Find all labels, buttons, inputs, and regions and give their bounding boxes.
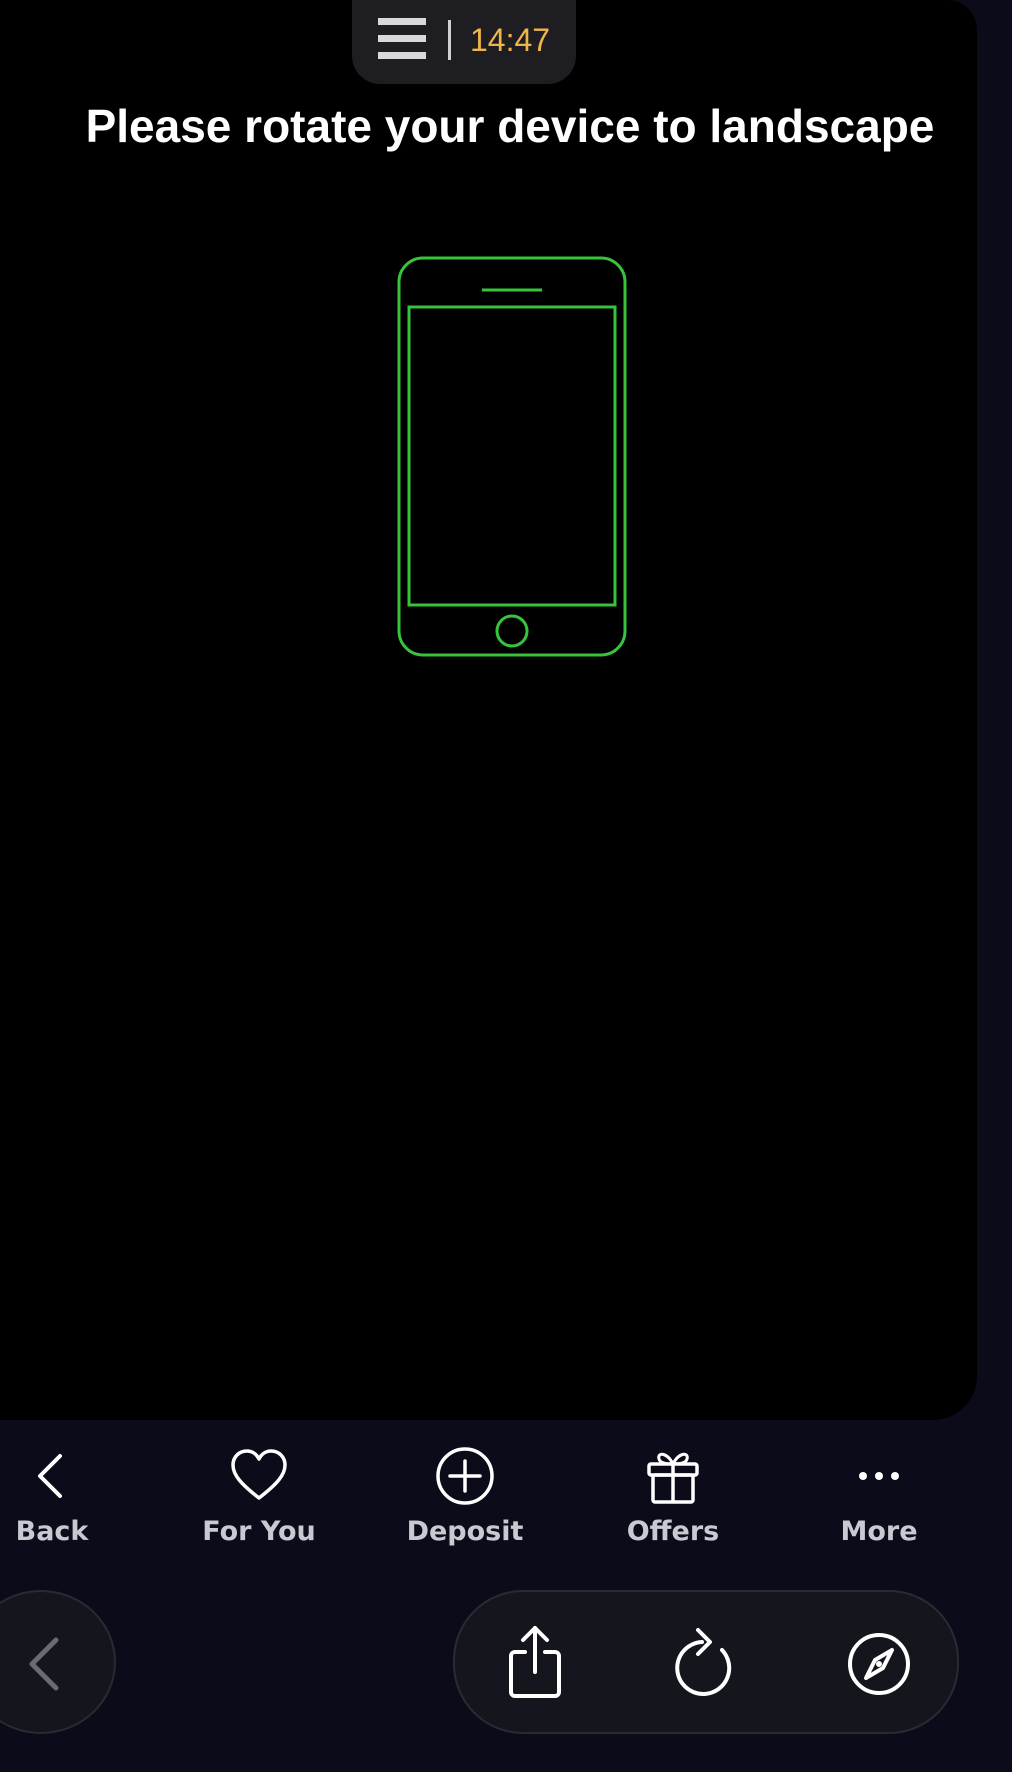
tab-offers[interactable]: Offers [583, 1446, 763, 1576]
hamburger-icon[interactable] [378, 18, 428, 60]
plus-circle-icon [436, 1447, 494, 1505]
tab-label: Deposit [406, 1516, 524, 1547]
share-button[interactable] [495, 1622, 575, 1702]
clock-time: 14:47 [470, 22, 551, 58]
heart-icon [231, 1449, 287, 1500]
reload-button[interactable] [667, 1622, 747, 1702]
tab-back[interactable]: Back [0, 1446, 142, 1576]
tab-label: Offers [626, 1516, 720, 1547]
tab-label: For You [202, 1516, 316, 1547]
safari-compass-button[interactable] [839, 1622, 919, 1702]
chevron-left-icon [29, 1637, 59, 1691]
gift-icon [647, 1452, 699, 1504]
phone-outline-icon [397, 256, 627, 657]
chevron-left-icon [38, 1454, 62, 1498]
tab-deposit[interactable]: Deposit [375, 1446, 555, 1576]
divider [448, 20, 451, 60]
more-dots-icon [859, 1472, 899, 1480]
browser-toolbar [453, 1590, 959, 1734]
tab-more[interactable]: More [789, 1446, 969, 1576]
compass-icon [848, 1633, 910, 1695]
browser-back-button[interactable] [0, 1590, 116, 1734]
tab-label: More [840, 1516, 918, 1547]
tab-label: Back [15, 1516, 89, 1547]
tab-for-you[interactable]: For You [169, 1446, 349, 1576]
game-top-bar: 14:47 [352, 0, 576, 84]
rotate-device-message: Please rotate your device to landscape [85, 100, 935, 152]
bottom-tab-bar: Back For You Deposit Offers More [0, 1420, 1012, 1580]
game-viewport: 14:47 Please rotate your device to lands… [0, 0, 977, 1420]
share-icon [509, 1626, 561, 1698]
reload-icon [675, 1628, 732, 1696]
